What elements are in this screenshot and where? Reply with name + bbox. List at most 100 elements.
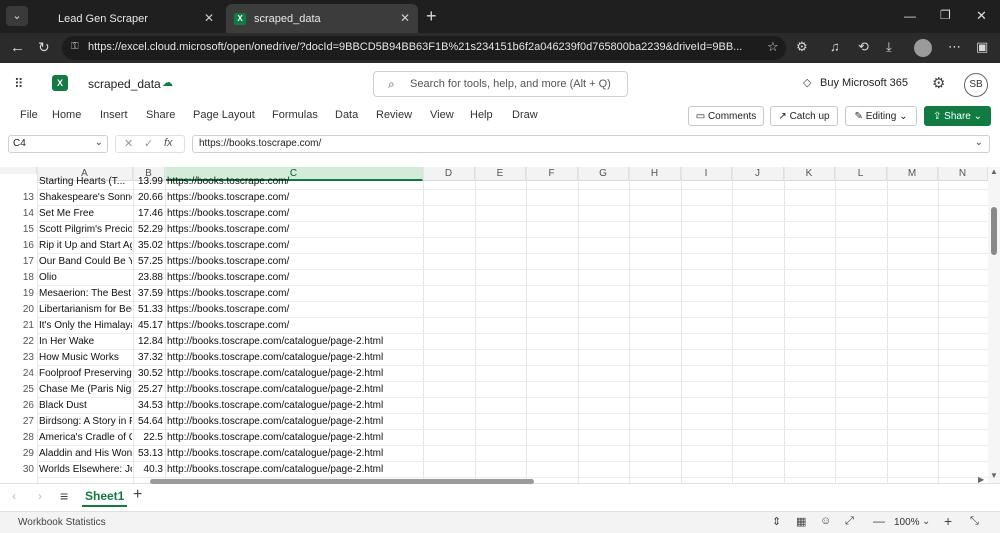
cell-url[interactable]: http://books.toscrape.com/catalogue/page…: [167, 334, 423, 350]
row-header[interactable]: 18: [0, 270, 37, 286]
row-header[interactable]: 23: [0, 350, 37, 366]
row-header[interactable]: 15: [0, 222, 37, 238]
accessibility-icon[interactable]: ⇕: [772, 515, 781, 528]
formula-input[interactable]: https://books.toscrape.com/ ⌄: [192, 135, 990, 153]
row-header[interactable]: 30: [0, 462, 37, 478]
cell-title[interactable]: Set Me Free: [39, 206, 132, 222]
add-sheet-icon[interactable]: +: [133, 486, 142, 504]
cell-price[interactable]: 37.59: [134, 286, 165, 302]
fx-icon[interactable]: fx: [164, 137, 173, 149]
chevron-down-icon[interactable]: ⌄: [922, 516, 930, 527]
cell-url[interactable]: https://books.toscrape.com/: [167, 286, 423, 302]
sheet-grid[interactable]: A B C D E F G H I J K L M N Starting Hea…: [0, 167, 1000, 483]
prev-sheet-icon[interactable]: ‹: [12, 489, 16, 503]
cell-url[interactable]: http://books.toscrape.com/catalogue/page…: [167, 350, 423, 366]
tab-share[interactable]: Share: [146, 109, 175, 121]
row-header[interactable]: 27: [0, 414, 37, 430]
buy-link[interactable]: Buy Microsoft 365: [820, 77, 908, 89]
cell-url[interactable]: https://books.toscrape.com/: [167, 254, 423, 270]
cell-title[interactable]: Starting Hearts (T...: [39, 174, 132, 190]
cell-price[interactable]: 30.52: [134, 366, 165, 382]
fullscreen-icon[interactable]: ⤡: [970, 515, 979, 528]
tab-data[interactable]: Data: [335, 109, 358, 121]
scroll-up-icon[interactable]: ▲: [990, 167, 998, 176]
cell-price[interactable]: 12.84: [134, 334, 165, 350]
name-box[interactable]: C4 ⌄: [8, 135, 108, 153]
cell-price[interactable]: 45.17: [134, 318, 165, 334]
close-icon[interactable]: ✕: [204, 11, 214, 25]
check-icon[interactable]: ✓: [144, 137, 153, 150]
cell-title[interactable]: Black Dust: [39, 398, 132, 414]
next-sheet-icon[interactable]: ›: [38, 489, 42, 503]
sheet-tab-sheet1[interactable]: Sheet1: [82, 489, 128, 507]
cell-title[interactable]: Shakespeare's Sonnets: [39, 190, 132, 206]
star-icon[interactable]: ☆: [767, 39, 779, 55]
cell-url[interactable]: http://books.toscrape.com/catalogue/page…: [167, 398, 423, 414]
cell-url[interactable]: http://books.toscrape.com/catalogue/page…: [167, 366, 423, 382]
cell-price[interactable]: 23.88: [134, 270, 165, 286]
row-header[interactable]: 28: [0, 430, 37, 446]
horizontal-scrollbar[interactable]: [150, 479, 534, 484]
tab-list-button[interactable]: ⌄: [6, 6, 28, 26]
cell-url[interactable]: http://books.toscrape.com/catalogue/page…: [167, 462, 423, 478]
cell-title[interactable]: Foolproof Preserving: [39, 366, 132, 382]
cell-url[interactable]: https://books.toscrape.com/: [167, 174, 423, 190]
cell-title[interactable]: How Music Works: [39, 350, 132, 366]
editing-button[interactable]: ✎ Editing ⌄: [845, 106, 917, 126]
cell-url[interactable]: https://books.toscrape.com/: [167, 190, 423, 206]
cell-price[interactable]: 13.99: [134, 174, 165, 190]
cell-url[interactable]: http://books.toscrape.com/catalogue/page…: [167, 414, 423, 430]
reload-icon[interactable]: ↻: [38, 39, 50, 56]
address-bar[interactable]: ⚿ https://excel.cloud.microsoft/open/one…: [62, 36, 786, 60]
cell-price[interactable]: 34.53: [134, 398, 165, 414]
autosave-icon[interactable]: ☁: [162, 76, 173, 89]
row-header[interactable]: 13: [0, 190, 37, 206]
search-box[interactable]: ⌕ Search for tools, help, and more (Alt …: [373, 71, 628, 97]
cell-price[interactable]: 54.64: [134, 414, 165, 430]
settings-icon[interactable]: ⚙: [932, 74, 945, 92]
row-header[interactable]: [0, 174, 37, 190]
cell-title[interactable]: Birdsong: A Story in Pictures: [39, 414, 132, 430]
row-header[interactable]: 20: [0, 302, 37, 318]
scroll-down-icon[interactable]: ▼: [990, 471, 998, 480]
cell-title[interactable]: America's Cradle of Quarterbacks: [39, 430, 132, 446]
cell-title[interactable]: Libertarianism for Beginners: [39, 302, 132, 318]
fit-icon[interactable]: ⤢: [845, 515, 854, 528]
row-header[interactable]: 26: [0, 398, 37, 414]
cell-price[interactable]: 17.46: [134, 206, 165, 222]
tab-formulas[interactable]: Formulas: [272, 109, 318, 121]
tab-scraped-data[interactable]: X scraped_data ✕: [226, 4, 418, 33]
cell-price[interactable]: 20.66: [134, 190, 165, 206]
cancel-icon[interactable]: ✕: [124, 137, 133, 150]
cell-price[interactable]: 53.13: [134, 446, 165, 462]
cell-url[interactable]: https://books.toscrape.com/: [167, 318, 423, 334]
row-header[interactable]: 25: [0, 382, 37, 398]
cell-url[interactable]: https://books.toscrape.com/: [167, 270, 423, 286]
all-sheets-icon[interactable]: ≡: [60, 488, 68, 504]
tab-page-layout[interactable]: Page Layout: [193, 109, 255, 121]
cell-price[interactable]: 25.27: [134, 382, 165, 398]
media-icon[interactable]: ♫: [830, 39, 840, 54]
cell-title[interactable]: Our Band Could Be Your Life: [39, 254, 132, 270]
cell-url[interactable]: http://books.toscrape.com/catalogue/page…: [167, 382, 423, 398]
row-header[interactable]: 19: [0, 286, 37, 302]
cell-title[interactable]: It's Only the Himalayas: [39, 318, 132, 334]
cell-title[interactable]: Worlds Elsewhere: Journeys: [39, 462, 132, 478]
tab-review[interactable]: Review: [376, 109, 412, 121]
more-menu-icon[interactable]: ⋯: [948, 39, 961, 55]
file-name[interactable]: scraped_data: [88, 77, 161, 91]
row-header[interactable]: 29: [0, 446, 37, 462]
normal-view-icon[interactable]: ▦: [796, 515, 806, 528]
sidebar-icon[interactable]: ▣: [976, 39, 988, 55]
history-icon[interactable]: ⟲: [858, 39, 869, 55]
cell-price[interactable]: 51.33: [134, 302, 165, 318]
cell-title[interactable]: Mesaerion: The Best Science Fiction: [39, 286, 132, 302]
tab-draw[interactable]: Draw: [512, 109, 538, 121]
cell-price[interactable]: 37.32: [134, 350, 165, 366]
tab-home[interactable]: Home: [52, 109, 81, 121]
row-header[interactable]: 21: [0, 318, 37, 334]
workbook-statistics[interactable]: Workbook Statistics: [18, 517, 106, 528]
cell-title[interactable]: Scott Pilgrim's Precious Little Life: [39, 222, 132, 238]
window-close-icon[interactable]: ✕: [976, 8, 987, 24]
tab-file[interactable]: File: [20, 109, 38, 121]
